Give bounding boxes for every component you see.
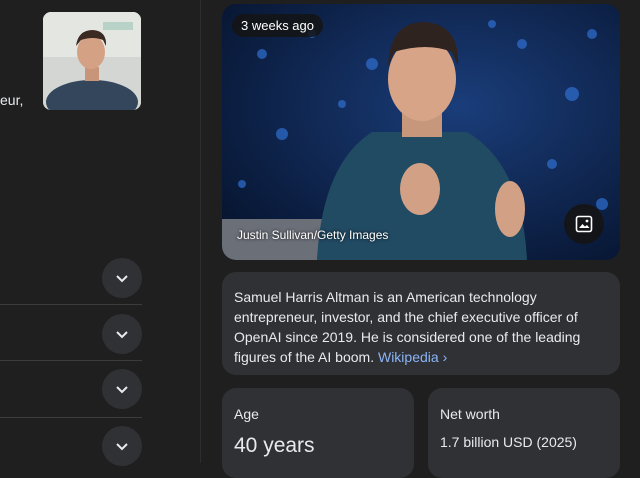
link-chevron-icon: › bbox=[442, 349, 448, 365]
expand-button[interactable] bbox=[102, 258, 142, 298]
age-label: Age bbox=[234, 406, 259, 422]
expand-button[interactable] bbox=[102, 314, 142, 354]
wikipedia-link-label: Wikipedia bbox=[377, 349, 439, 365]
clipped-text: eur, bbox=[0, 92, 24, 108]
timestamp-badge: 3 weeks ago bbox=[232, 14, 323, 37]
column-divider bbox=[200, 0, 201, 463]
net-worth-label: Net worth bbox=[440, 406, 500, 422]
net-worth-value: 1.7 billion USD (2025) bbox=[440, 434, 577, 450]
chevron-down-icon bbox=[116, 331, 128, 339]
chevron-down-icon bbox=[116, 275, 128, 283]
description-card: Samuel Harris Altman is an American tech… bbox=[222, 272, 620, 375]
divider bbox=[0, 417, 142, 418]
view-images-button[interactable] bbox=[564, 204, 604, 244]
chevron-down-icon bbox=[116, 386, 128, 394]
expand-button[interactable] bbox=[102, 426, 142, 466]
image-icon bbox=[575, 215, 593, 233]
thumbnail-image[interactable] bbox=[43, 12, 141, 110]
divider bbox=[0, 360, 142, 361]
age-card[interactable]: Age 40 years bbox=[222, 388, 414, 478]
expand-button[interactable] bbox=[102, 369, 142, 409]
age-value: 40 years bbox=[234, 434, 315, 457]
divider bbox=[0, 304, 142, 305]
hero-image[interactable]: 3 weeks ago Justin Sullivan/Getty Images bbox=[222, 4, 620, 260]
wikipedia-link[interactable]: Wikipedia › bbox=[378, 349, 447, 365]
net-worth-card[interactable]: Net worth 1.7 billion USD (2025) bbox=[428, 388, 620, 478]
photo-credit: Justin Sullivan/Getty Images bbox=[237, 228, 389, 242]
hero-photo bbox=[222, 4, 620, 260]
chevron-down-icon bbox=[116, 443, 128, 451]
left-column: eur, bbox=[0, 0, 200, 466]
